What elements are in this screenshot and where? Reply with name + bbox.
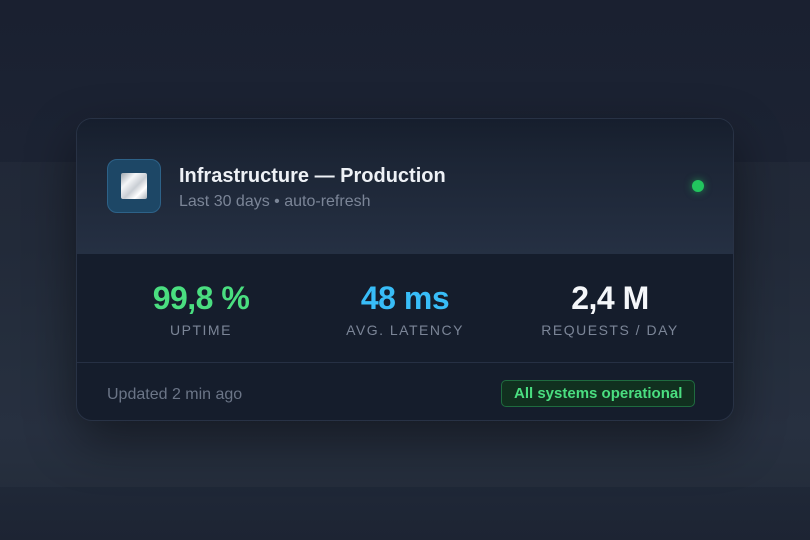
infrastructure-card: Infrastructure — Production Last 30 days… bbox=[76, 118, 734, 421]
stat-latency: 48 ms AVG. LATENCY bbox=[305, 278, 505, 338]
status-indicator-dot bbox=[692, 180, 704, 192]
card-title: Infrastructure — Production bbox=[179, 165, 446, 187]
card-subtitle: Last 30 days • auto-refresh bbox=[179, 193, 371, 210]
footer-divider bbox=[77, 362, 733, 363]
updated-timestamp: Updated 2 min ago bbox=[107, 386, 243, 403]
stat-latency-label: AVG. LATENCY bbox=[346, 322, 464, 338]
status-badge: All systems operational bbox=[501, 380, 696, 407]
stat-uptime: 99,8 % UPTIME bbox=[101, 278, 301, 338]
stat-requests-label: REQUESTS / DAY bbox=[541, 322, 679, 338]
stat-requests-value: 2,4 M bbox=[571, 280, 649, 316]
app-tile-glyph bbox=[121, 173, 147, 199]
stat-uptime-label: UPTIME bbox=[170, 322, 232, 338]
stat-latency-value: 48 ms bbox=[360, 280, 450, 316]
stat-requests: 2,4 M REQUESTS / DAY bbox=[510, 278, 710, 338]
stats-row: 99,8 % UPTIME 48 ms AVG. LATENCY 2,4 M R… bbox=[77, 254, 733, 362]
app-tile-icon bbox=[107, 159, 161, 213]
card-header: Infrastructure — Production Last 30 days… bbox=[77, 119, 733, 254]
stat-uptime-value: 99,8 % bbox=[152, 280, 250, 316]
